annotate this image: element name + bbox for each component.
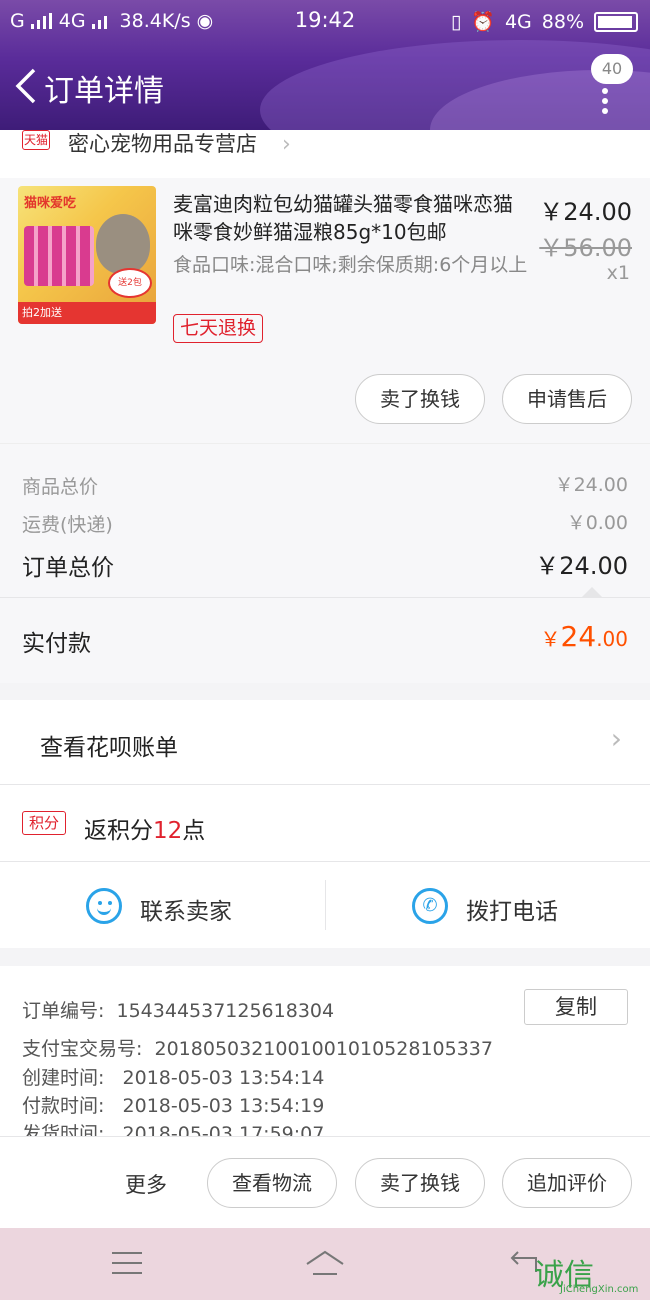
- huabei-row[interactable]: 查看花呗账单 ›: [0, 700, 650, 784]
- shop-row[interactable]: 天猫 密心宠物用品专营店 ›: [0, 130, 650, 178]
- paid-time-label: 付款时间:: [22, 1095, 105, 1117]
- back-arrow-icon[interactable]: [12, 66, 42, 106]
- phone-icon: ✆: [412, 888, 448, 924]
- alipay-label: 支付宝交易号:: [22, 1038, 143, 1060]
- more-menu-icon[interactable]: [602, 88, 610, 118]
- points-count: 12: [153, 818, 183, 844]
- shop-name[interactable]: 密心宠物用品专营店: [68, 128, 257, 158]
- chat-icon: [86, 888, 122, 924]
- product-spec: 食品口味:混合口味;剩余保质期:6个月以上: [173, 254, 528, 276]
- product-quantity: x1: [606, 262, 630, 284]
- goods-total-value: ￥24.00: [554, 474, 628, 496]
- order-total-label: 订单总价: [22, 555, 114, 581]
- paid-currency: ￥: [540, 627, 561, 651]
- message-count-badge[interactable]: 40: [591, 54, 633, 84]
- product-card: 猫咪爱吃 送2包 拍2加送 麦富迪肉粒包幼猫罐头猫零食猫咪恋猫咪零食妙鲜猫湿粮8…: [0, 178, 650, 443]
- product-image-caption: 猫咪爱吃: [24, 196, 77, 211]
- watermark-site: JiChengXin.com: [560, 1284, 639, 1295]
- resell-button[interactable]: 卖了换钱: [355, 374, 485, 424]
- copy-button[interactable]: 复制: [524, 989, 628, 1025]
- product-image-promo: 拍2加送: [18, 302, 156, 324]
- shipped-time: 2018-05-03 17:59:07: [122, 1123, 325, 1136]
- app-header: 订单详情 40: [0, 42, 650, 130]
- contact-seller-label: 联系卖家: [140, 899, 232, 925]
- created-time: 2018-05-03 13:54:14: [122, 1067, 325, 1089]
- points-prefix: 返积分: [84, 818, 153, 844]
- paid-time: 2018-05-03 13:54:19: [122, 1095, 325, 1117]
- product-original-price: ￥56.00: [539, 234, 632, 262]
- paid-integer: 24: [560, 620, 597, 653]
- points-tag: 积分: [22, 811, 66, 835]
- add-review-button[interactable]: 追加评价: [502, 1158, 632, 1208]
- price-summary: 商品总价 ￥24.00 运费(快递) ￥0.00 订单总价 ￥24.00: [0, 443, 650, 597]
- battery-percent: 88%: [541, 10, 584, 33]
- product-title[interactable]: 麦富迪肉粒包幼猫罐头猫零食猫咪恋猫咪零食妙鲜猫湿粮85g*10包邮: [173, 190, 528, 246]
- alipay-number: 2018050321001001010528105337: [154, 1038, 493, 1060]
- call-phone-label: 拨打电话: [466, 899, 558, 925]
- shipped-row: 发货时间: 2018-05-03 17:59:07: [22, 1119, 324, 1136]
- action-bar: 更多 查看物流 卖了换钱 追加评价: [0, 1136, 650, 1228]
- call-phone-button[interactable]: ✆ 拨打电话: [326, 862, 650, 948]
- shipping-label: 运费(快递): [22, 514, 113, 536]
- contact-row: 联系卖家 ✆ 拨打电话: [0, 862, 650, 948]
- alipay-row: 支付宝交易号: 2018050321001001010528105337: [22, 1034, 493, 1061]
- more-button[interactable]: 更多: [125, 1169, 167, 1199]
- paid-decimal: .00: [596, 627, 628, 651]
- points-suffix: 点: [182, 818, 206, 844]
- paid-time-row: 付款时间: 2018-05-03 13:54:19: [22, 1091, 324, 1118]
- paid-row: 实付款 ￥24.00: [0, 597, 650, 683]
- order-info: 订单编号: 154344537125618304 复制 支付宝交易号: 2018…: [0, 966, 650, 1136]
- order-number-label: 订单编号:: [22, 1000, 105, 1022]
- product-price: ￥24.00: [539, 198, 632, 226]
- vibrate-icon: ▯: [450, 10, 462, 33]
- status-bar: G 4G 38.4K/s ◉ 19:42 ▯ ⏰ 4G 88%: [0, 0, 650, 42]
- goods-total-label: 商品总价: [22, 476, 99, 498]
- shipped-label: 发货时间:: [22, 1123, 105, 1136]
- created-label: 创建时间:: [22, 1067, 105, 1089]
- points-row: 积分 返积分12点: [0, 785, 650, 861]
- caret-pointer: [582, 587, 602, 597]
- contact-seller-button[interactable]: 联系卖家: [0, 862, 325, 948]
- paid-amount: ￥24.00: [541, 620, 628, 653]
- order-number-row: 订单编号: 154344537125618304: [22, 996, 334, 1023]
- alarm-icon: ⏰: [471, 11, 495, 33]
- product-image-cans: [24, 226, 94, 286]
- home-icon[interactable]: [305, 1248, 345, 1276]
- network-label-2: 4G: [504, 10, 532, 33]
- paid-label: 实付款: [22, 631, 91, 657]
- refund-badge: 七天退换: [173, 314, 264, 343]
- resell-button-bottom[interactable]: 卖了换钱: [355, 1158, 485, 1208]
- battery-icon: [594, 11, 638, 32]
- page-title: 订单详情: [44, 74, 164, 109]
- product-image[interactable]: 猫咪爱吃 送2包 拍2加送: [18, 186, 156, 324]
- menu-icon[interactable]: [112, 1252, 142, 1282]
- huabei-label[interactable]: 查看花呗账单: [40, 728, 178, 762]
- after-sale-button[interactable]: 申请售后: [502, 374, 632, 424]
- product-image-cat: [96, 214, 150, 274]
- order-number: 154344537125618304: [116, 1000, 335, 1022]
- chevron-right-icon: ›: [282, 132, 291, 157]
- points-text: 返积分12点: [84, 811, 205, 845]
- tmall-badge: 天猫: [22, 130, 50, 150]
- shipping-value: ￥0.00: [566, 512, 628, 534]
- chevron-right-icon: ›: [610, 722, 622, 755]
- created-row: 创建时间: 2018-05-03 13:54:14: [22, 1063, 324, 1090]
- product-image-gift: 送2包: [108, 268, 152, 298]
- logistics-button[interactable]: 查看物流: [207, 1158, 337, 1208]
- order-total-value: ￥24.00: [535, 552, 628, 580]
